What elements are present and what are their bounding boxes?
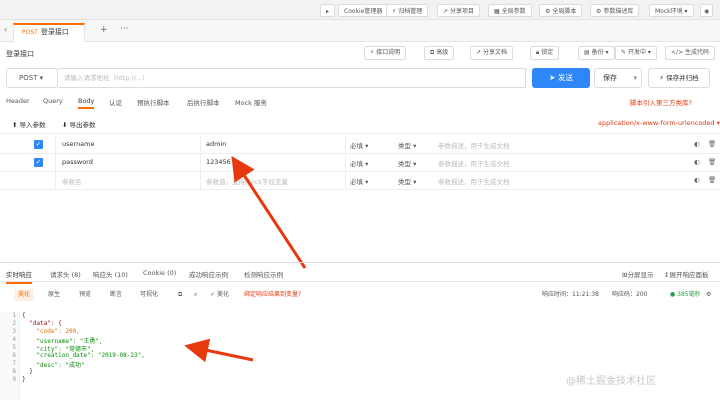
settings-icon[interactable]: ⚙ bbox=[702, 289, 715, 301]
beautify-button[interactable]: ✓ 美化 bbox=[206, 289, 233, 301]
search-icon[interactable]: ⌕ bbox=[190, 289, 201, 301]
response-tabs: 实时响应 请求头 (8) 响应头 (10) Cookie (0) 成功响应示例 … bbox=[0, 262, 720, 284]
view-pretty[interactable]: 美化 bbox=[14, 289, 35, 301]
split-view-button[interactable]: ⊞分屏显示 bbox=[622, 269, 653, 279]
status-code: 响应码：200 bbox=[612, 291, 648, 298]
tab-live-response[interactable]: 实时响应 bbox=[6, 269, 32, 284]
tab-success-example[interactable]: 成功响应示例 bbox=[189, 269, 228, 279]
tab-check-example[interactable]: 检测响应示例 bbox=[244, 269, 283, 279]
view-raw[interactable]: 原生 bbox=[44, 289, 64, 301]
expand-panel-button[interactable]: ↕展开响应面板 bbox=[664, 269, 708, 279]
view-preview[interactable]: 预览 bbox=[75, 289, 95, 301]
view-visual[interactable]: 可视化 bbox=[136, 289, 162, 301]
tab-response-headers[interactable]: 响应头 (10) bbox=[93, 269, 128, 279]
duration: ● 385毫秒 bbox=[670, 291, 701, 298]
tab-request-headers[interactable]: 请求头 (8) bbox=[50, 269, 81, 279]
copy-response-icon[interactable]: ⧉ bbox=[174, 289, 186, 301]
response-time: 响应时间：11:21:38 bbox=[542, 291, 599, 298]
response-view-row: 美化 原生 预览 断言 可视化 ⧉ ⌕ ✓ 美化 绑定响应结果到变量? 响应时间… bbox=[0, 286, 720, 304]
watermark: @稀土掘金技术社区 bbox=[566, 376, 656, 387]
bind-variable-link[interactable]: 绑定响应结果到变量? bbox=[240, 289, 305, 301]
arrow-to-params bbox=[231, 155, 307, 269]
tab-cookie[interactable]: Cookie (0) bbox=[143, 269, 176, 277]
view-assert[interactable]: 断言 bbox=[106, 289, 126, 301]
